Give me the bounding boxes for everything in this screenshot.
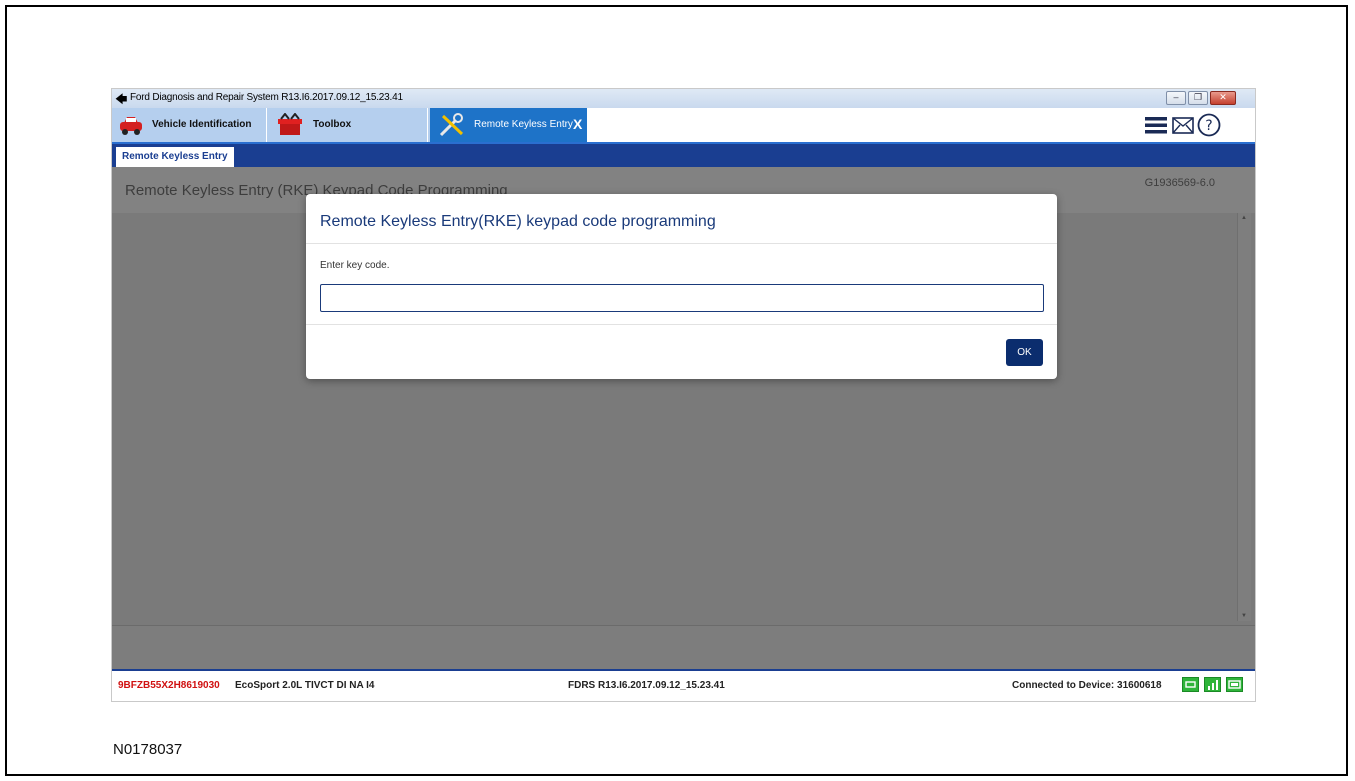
dialog-title: Remote Keyless Entry(RKE) keypad code pr… — [320, 213, 716, 230]
sub-tab-bar: Remote Keyless Entry — [112, 142, 1255, 167]
toolbox-icon — [278, 113, 302, 135]
tab-label: Toolbox — [313, 119, 352, 130]
tab-label: Vehicle Identification — [152, 119, 252, 130]
title-bar: 🡄 Ford Diagnosis and Repair System R13.I… — [112, 89, 1255, 108]
divider — [306, 243, 1057, 244]
minimize-button[interactable]: – — [1166, 91, 1186, 105]
window-title: Ford Diagnosis and Repair System R13.I6.… — [130, 92, 403, 103]
svg-text:?: ? — [1205, 118, 1212, 134]
close-window-button[interactable]: ✕ — [1210, 91, 1236, 105]
subtab-remote-keyless-entry[interactable]: Remote Keyless Entry — [116, 147, 234, 167]
tab-toolbox[interactable]: Toolbox — [267, 108, 428, 142]
close-tab-icon[interactable]: X — [573, 116, 582, 132]
menu-icon[interactable] — [1145, 116, 1167, 134]
content-footer-area — [112, 625, 1255, 670]
tab-label: Remote Keyless Entry — [474, 119, 573, 130]
mail-icon[interactable] — [1172, 117, 1194, 134]
key-code-input[interactable] — [320, 284, 1044, 312]
connection-status: Connected to Device: 31600618 — [1012, 680, 1162, 691]
vehicle-text: EcoSport 2.0L TIVCT DI NA I4 — [235, 680, 375, 691]
tab-vehicle-identification[interactable]: Vehicle Identification — [112, 108, 267, 142]
scroll-down-icon[interactable]: ▼ — [1241, 613, 1247, 619]
status-bar: 9BFZB55X2H8619030 EcoSport 2.0L TIVCT DI… — [112, 669, 1255, 701]
vertical-scrollbar[interactable]: ▲ ▼ — [1237, 213, 1251, 621]
tools-icon — [439, 113, 464, 137]
document-id: G1936569-6.0 — [1144, 177, 1215, 189]
key-code-prompt: Enter key code. — [320, 260, 390, 271]
tab-bar: Vehicle Identification Toolbox Remote Ke… — [112, 108, 1255, 142]
scroll-up-icon[interactable]: ▲ — [1241, 215, 1247, 221]
battery-icon — [1226, 677, 1243, 692]
key-code-dialog: Remote Keyless Entry(RKE) keypad code pr… — [306, 194, 1057, 379]
maximize-button[interactable]: ❐ — [1188, 91, 1208, 105]
device-connection-icon — [1182, 677, 1199, 692]
signal-strength-icon — [1204, 677, 1221, 692]
version-text: FDRS R13.I6.2017.09.12_15.23.41 — [568, 680, 725, 691]
divider — [306, 324, 1057, 325]
help-icon[interactable]: ? — [1197, 113, 1221, 137]
vin-text: 9BFZB55X2H8619030 — [118, 680, 220, 691]
app-window: 🡄 Ford Diagnosis and Repair System R13.I… — [112, 89, 1255, 701]
ok-button[interactable]: OK — [1006, 339, 1043, 366]
figure-caption: N0178037 — [113, 741, 183, 758]
tab-remote-keyless-entry[interactable]: Remote Keyless Entry X — [430, 108, 588, 142]
car-icon — [120, 117, 142, 135]
